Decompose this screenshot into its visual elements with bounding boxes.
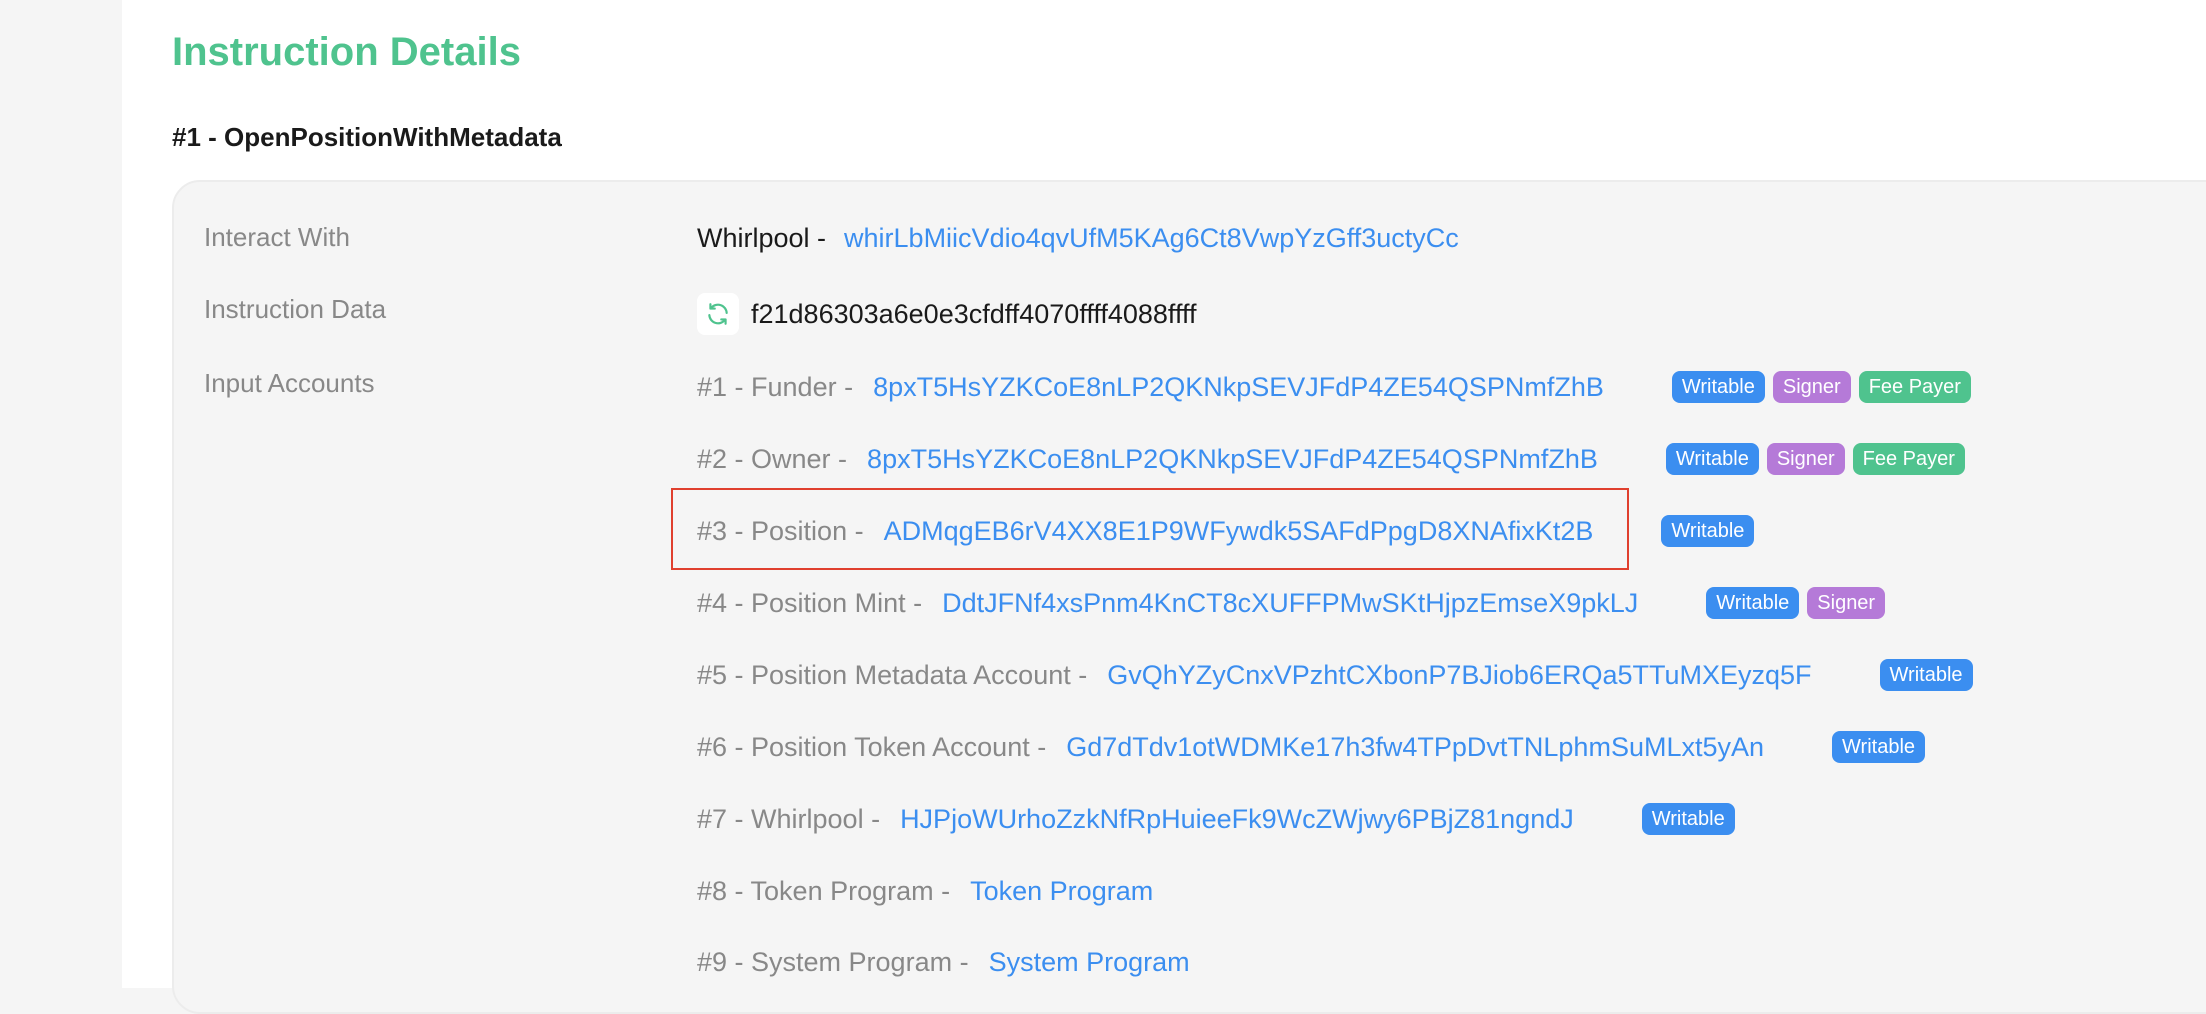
account-row: #4 - Position Mint - DdtJFNf4xsPnm4KnCT8… xyxy=(697,583,1886,623)
instruction-data-row: f21d86303a6e0e3cfdff4070ffff4088ffff xyxy=(697,291,1196,337)
account-address-link[interactable]: Gd7dTdv1otWDMKe17h3fw4TPpDvtTNLphmSuMLxt… xyxy=(1066,732,1764,763)
page-title: Instruction Details xyxy=(172,30,521,74)
interact-with-row: Whirlpool - whirLbMiicVdio4qvUfM5KAg6Ct8… xyxy=(697,218,1459,258)
instruction-title: #1 - OpenPositionWithMetadata xyxy=(172,122,562,152)
account-row: #7 - Whirlpool - HJPjoWUrhoZzkNfRpHuieeF… xyxy=(697,799,1735,839)
account-address-link[interactable]: System Program xyxy=(989,947,1190,978)
writable-badge: Writable xyxy=(1879,659,1973,691)
account-badges: Writable xyxy=(1641,803,1735,835)
account-row: #9 - System Program - System Program xyxy=(697,942,1190,982)
account-row: #8 - Token Program - Token Program xyxy=(697,871,1153,911)
instruction-data-label: Instruction Data xyxy=(204,294,387,324)
writable-badge: Writable xyxy=(1661,515,1755,547)
program-name: Whirlpool - xyxy=(697,222,827,253)
account-prefix: #2 - Owner - xyxy=(697,443,848,474)
writable-badge: Writable xyxy=(1671,371,1765,403)
account-prefix: #5 - Position Metadata Account - xyxy=(697,659,1088,690)
account-prefix: #9 - System Program - xyxy=(697,946,969,977)
account-badges: Writable xyxy=(1661,515,1755,547)
account-address-link[interactable]: HJPjoWUrhoZzkNfRpHuieeFk9WcZWjwy6PBjZ81n… xyxy=(900,804,1574,835)
account-badges: Writable Signer xyxy=(1706,587,1886,619)
writable-badge: Writable xyxy=(1832,731,1926,763)
writable-badge: Writable xyxy=(1641,803,1735,835)
account-prefix: #8 - Token Program - xyxy=(697,875,951,906)
interact-with-label: Interact With xyxy=(204,222,350,252)
account-address-link[interactable]: Token Program xyxy=(970,876,1153,907)
account-prefix: #6 - Position Token Account - xyxy=(697,731,1047,762)
account-prefix: #4 - Position Mint - xyxy=(697,587,923,618)
account-row: #6 - Position Token Account - Gd7dTdv1ot… xyxy=(697,727,1926,767)
account-badges: Writable xyxy=(1832,731,1926,763)
writable-badge: Writable xyxy=(1706,587,1800,619)
account-badges: Writable Signer Fee Payer xyxy=(1665,443,1965,475)
instruction-data-value: f21d86303a6e0e3cfdff4070ffff4088ffff xyxy=(751,298,1197,329)
fee-payer-badge: Fee Payer xyxy=(1858,371,1971,403)
account-address-link[interactable]: 8pxT5HsYZKCoE8nLP2QKNkpSEVJFdP4ZE54QSPNm… xyxy=(873,372,1604,403)
account-badges: Writable Signer Fee Payer xyxy=(1671,371,1971,403)
account-row: #1 - Funder - 8pxT5HsYZKCoE8nLP2QKNkpSEV… xyxy=(697,367,1971,407)
writable-badge: Writable xyxy=(1665,443,1759,475)
signer-badge: Signer xyxy=(1807,587,1886,619)
account-address-link[interactable]: DdtJFNf4xsPnm4KnCT8cXUFFPMwSKtHjpzEmseX9… xyxy=(942,588,1638,619)
account-address-link[interactable]: GvQhYZyCnxVPzhtCXbonP7BJiob6ERQa5TTuMXEy… xyxy=(1107,660,1811,691)
account-badges: Writable xyxy=(1879,659,1973,691)
refresh-icon[interactable] xyxy=(697,293,739,335)
program-address-link[interactable]: whirLbMiicVdio4qvUfM5KAg6Ct8VwpYzGff3uct… xyxy=(844,223,1459,254)
signer-badge: Signer xyxy=(1772,371,1851,403)
account-prefix: #1 - Funder - xyxy=(697,371,854,402)
fee-payer-badge: Fee Payer xyxy=(1852,443,1965,475)
account-row: #5 - Position Metadata Account - GvQhYZy… xyxy=(697,655,1973,695)
account-row: #2 - Owner - 8pxT5HsYZKCoE8nLP2QKNkpSEVJ… xyxy=(697,439,1965,479)
signer-badge: Signer xyxy=(1766,443,1845,475)
account-prefix: #7 - Whirlpool - xyxy=(697,803,881,834)
input-accounts-label: Input Accounts xyxy=(204,368,375,398)
highlight-box xyxy=(671,488,1629,570)
account-address-link[interactable]: 8pxT5HsYZKCoE8nLP2QKNkpSEVJFdP4ZE54QSPNm… xyxy=(867,444,1598,475)
